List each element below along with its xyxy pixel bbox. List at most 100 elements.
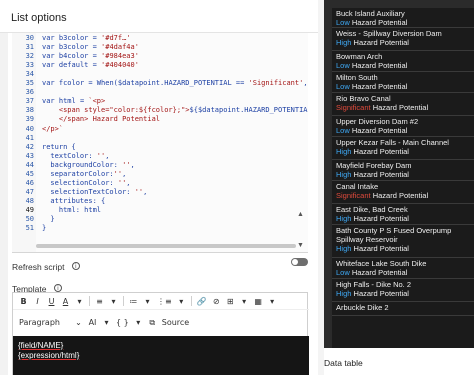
code-line[interactable]: textColor: '', bbox=[42, 152, 109, 161]
code-line[interactable]: selectionColor: '', bbox=[42, 179, 130, 188]
font-color-dropdown-icon[interactable]: ▾ bbox=[75, 296, 84, 307]
hazard-potential-line: High Hazard Potential bbox=[336, 244, 474, 253]
template-content[interactable]: {field/NAME} {expression/html} bbox=[13, 336, 309, 375]
code-line[interactable]: var html = `<p> bbox=[42, 97, 105, 106]
list-items[interactable]: Buck Island Auxiliary Low Hazard Potentia… bbox=[332, 8, 474, 348]
hazard-potential-line: Low Hazard Potential bbox=[336, 61, 474, 70]
list-item-title: Upper Kezar Falls - Main Channel bbox=[336, 138, 449, 147]
list-item[interactable]: Rio Bravo Canal Significant Hazard Potent… bbox=[332, 93, 474, 116]
chevron-down-icon[interactable]: ⌄ bbox=[74, 317, 83, 328]
list-item[interactable]: Upper Diversion Dam #2 Low Hazard Potenti… bbox=[332, 116, 474, 137]
panel-header: List options bbox=[0, 0, 318, 33]
template-expression-html: {expression/html} bbox=[18, 351, 80, 360]
numbered-list-button[interactable]: ⋮≡ bbox=[157, 296, 172, 307]
list-item-title: Bath County P S Fused Overpump Spillway … bbox=[336, 226, 452, 244]
refresh-script-toggle[interactable] bbox=[291, 258, 308, 266]
code-line[interactable]: separatorColor:'', bbox=[42, 170, 126, 179]
list-item[interactable]: Canal Intake Significant Hazard Potential bbox=[332, 181, 474, 204]
list-item[interactable]: Arbuckle Dike 2 bbox=[332, 302, 474, 316]
list-item[interactable]: Bowman Arch Low Hazard Potential bbox=[332, 51, 474, 72]
editor-vertical-scrollbar[interactable]: ▲ ▼ bbox=[297, 33, 304, 252]
list-item[interactable]: Upper Kezar Falls - Main Channel High Haz… bbox=[332, 137, 474, 160]
insert-dropdown-icon[interactable]: ▾ bbox=[240, 296, 249, 307]
list-item-title: Buck Island Auxiliary bbox=[336, 9, 405, 18]
list-widget: Buck Island Auxiliary Low Hazard Potentia… bbox=[324, 0, 474, 348]
table-dropdown-icon[interactable]: ▾ bbox=[268, 296, 277, 307]
source-icon[interactable]: ⧉ bbox=[148, 317, 157, 328]
line-number: 31 bbox=[25, 43, 34, 52]
hazard-potential-line: Low Hazard Potential bbox=[336, 126, 474, 135]
code-line[interactable]: </span> Hazard Potential bbox=[42, 115, 160, 124]
code-line[interactable]: return { bbox=[42, 143, 76, 152]
code-line[interactable]: var fcolor = When($datapoint.HAZARD_POTE… bbox=[42, 79, 308, 88]
source-button[interactable]: Source bbox=[162, 317, 189, 328]
align-dropdown-icon[interactable]: ▾ bbox=[109, 296, 118, 307]
code-line[interactable]: </p>` bbox=[42, 125, 63, 134]
code-line[interactable]: var b3color = '#d7f…' bbox=[42, 34, 131, 43]
code-line[interactable]: backgroundColor: '', bbox=[42, 161, 134, 170]
numbered-list-dropdown-icon[interactable]: ▾ bbox=[177, 296, 186, 307]
code-line[interactable]: <span style="color:${fcolor};">${$datapo… bbox=[42, 106, 308, 115]
insert-icon[interactable]: ⊞ bbox=[226, 296, 235, 307]
hazard-potential-line: High Hazard Potential bbox=[336, 38, 474, 47]
font-color-button[interactable]: A bbox=[61, 296, 70, 307]
line-number: 36 bbox=[25, 88, 34, 97]
panel-edge bbox=[0, 33, 8, 375]
hazard-suffix: Hazard Potential bbox=[351, 289, 409, 298]
hazard-suffix: Hazard Potential bbox=[351, 214, 409, 223]
code-line[interactable]: } bbox=[42, 224, 46, 233]
code-line[interactable]: html: html bbox=[42, 206, 101, 215]
bold-button[interactable]: B bbox=[19, 296, 28, 307]
line-number: 38 bbox=[25, 106, 34, 115]
hazard-potential-line: High Hazard Potential bbox=[336, 170, 474, 179]
code-line[interactable]: var default = '#404040' bbox=[42, 61, 139, 70]
code-braces-icon[interactable]: { } bbox=[116, 317, 129, 328]
line-number: 30 bbox=[25, 34, 34, 42]
template-info-icon[interactable]: i bbox=[53, 283, 62, 292]
line-number: 45 bbox=[25, 169, 34, 178]
script-editor[interactable]: var b3color = '#d7f…' var b3color = '#4da… bbox=[12, 33, 308, 253]
link-icon[interactable]: 🔗 bbox=[197, 296, 207, 307]
unlink-icon[interactable]: ⊘ bbox=[212, 296, 221, 307]
code-line[interactable]: } bbox=[42, 215, 54, 224]
paragraph-select[interactable]: Paragraph bbox=[19, 317, 69, 328]
list-item[interactable]: Weiss - Spillway Diversion Dam High Hazar… bbox=[332, 28, 474, 51]
paragraph-toolbar: Paragraph ⌄ AI ▾ { } ▾ ⧉ Source bbox=[13, 314, 309, 331]
code-line[interactable]: var b3color = '#4daf4a' bbox=[42, 43, 139, 52]
list-button[interactable]: ≔ bbox=[129, 296, 138, 307]
code-dropdown-icon[interactable]: ▾ bbox=[134, 317, 143, 328]
code-line[interactable]: attributes: { bbox=[42, 197, 105, 206]
list-item-title: High Falls - Dike No. 2 bbox=[336, 280, 412, 289]
font-size-button[interactable]: AI bbox=[88, 317, 97, 328]
rich-text-editor[interactable]: B I U A ▾ ≡ ▾ ≔ ▾ ⋮≡ ▾ 🔗 ⊘ ⊞ ▾ ▦ ▾ Parag… bbox=[12, 292, 309, 375]
hazard-level: High bbox=[336, 244, 352, 253]
align-button[interactable]: ≡ bbox=[95, 296, 104, 307]
list-dropdown-icon[interactable]: ▾ bbox=[143, 296, 152, 307]
font-size-dropdown-icon[interactable]: ▾ bbox=[102, 317, 111, 328]
scroll-down-icon[interactable]: ▼ bbox=[297, 242, 304, 249]
list-item-title: Whiteface Lake South Dike bbox=[336, 259, 427, 268]
scroll-up-icon[interactable]: ▲ bbox=[297, 211, 304, 218]
hazard-level: Low bbox=[336, 82, 350, 91]
hazard-potential-line: Low Hazard Potential bbox=[336, 82, 474, 91]
editor-horizontal-scrollbar[interactable] bbox=[36, 244, 296, 248]
list-item[interactable]: East Dike, Bad Creek High Hazard Potentia… bbox=[332, 204, 474, 225]
line-number: 43 bbox=[25, 151, 34, 160]
list-item[interactable]: Whiteface Lake South Dike Low Hazard Pote… bbox=[332, 258, 474, 279]
underline-button[interactable]: U bbox=[47, 296, 56, 307]
table-icon[interactable]: ▦ bbox=[254, 296, 263, 307]
data-table-label[interactable]: Data table bbox=[324, 358, 363, 368]
list-item[interactable]: Milton South Low Hazard Potential bbox=[332, 72, 474, 93]
toolbar-divider bbox=[123, 296, 124, 306]
list-item[interactable]: Bath County P S Fused Overpump Spillway … bbox=[332, 225, 474, 258]
hazard-level: Low bbox=[336, 126, 350, 135]
preview-panel: Buck Island Auxiliary Low Hazard Potentia… bbox=[324, 0, 474, 375]
hazard-level: Low bbox=[336, 61, 350, 70]
code-line[interactable]: var b4color = '#984ea3' bbox=[42, 52, 139, 61]
list-item[interactable]: High Falls - Dike No. 2 High Hazard Poten… bbox=[332, 279, 474, 302]
italic-button[interactable]: I bbox=[33, 296, 42, 307]
list-item[interactable]: Mayfield Forebay Dam High Hazard Potentia… bbox=[332, 160, 474, 181]
list-item[interactable]: Buck Island Auxiliary Low Hazard Potentia… bbox=[332, 8, 474, 28]
code-line[interactable]: selectionTextColor: '', bbox=[42, 188, 147, 197]
info-icon[interactable]: i bbox=[71, 261, 80, 270]
